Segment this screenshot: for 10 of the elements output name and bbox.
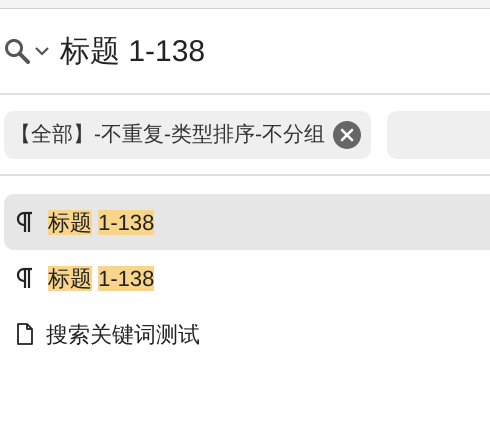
search-icon [4, 38, 30, 64]
search-scope-button[interactable] [4, 38, 50, 64]
chevron-down-icon [34, 46, 50, 56]
document-icon [16, 322, 34, 346]
search-field[interactable]: 标题 1-138 [60, 28, 490, 74]
result-item[interactable]: 标题 1-138 [4, 250, 490, 306]
close-icon[interactable] [332, 120, 361, 148]
filter-chip[interactable]: 【全部】-不重复-类型排序-不分组 [4, 110, 371, 158]
result-item[interactable]: 搜索关键词测试 [4, 306, 490, 362]
result-item[interactable]: 标题 1-138 [4, 194, 490, 250]
